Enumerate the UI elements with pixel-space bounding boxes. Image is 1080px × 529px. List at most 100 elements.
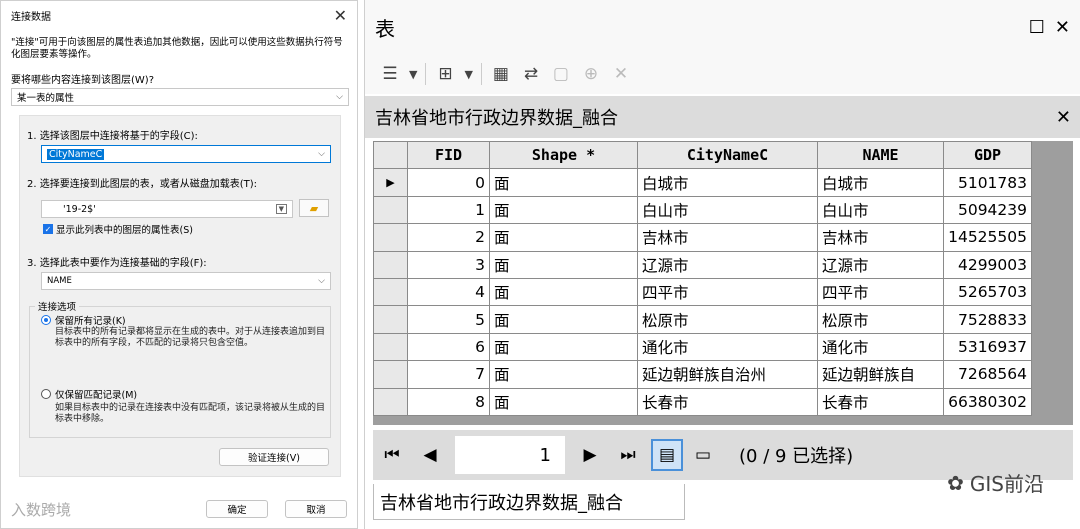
browse-folder-button[interactable]: ▰ [299, 199, 329, 217]
validate-join-button[interactable]: 验证连接(V) [219, 448, 329, 466]
cell-name[interactable]: 延边朝鲜族自 [817, 360, 944, 389]
cell-fid[interactable]: 7 [407, 360, 490, 389]
table-row[interactable]: 1 面白山市 白山市 5094239 [373, 195, 1032, 225]
table-row[interactable]: ▶ 0 面白城市 白城市 5101783 [373, 168, 1032, 197]
cell-fid[interactable]: 1 [407, 195, 490, 225]
cell-citynamec[interactable]: 延边朝鲜族自治州 [637, 360, 818, 389]
base-field-select[interactable]: NAME ⌵ [41, 272, 331, 290]
show-layers-checkbox[interactable]: ✓ 显示此列表中的图层的属性表(S) [43, 222, 193, 236]
table-tab[interactable]: 吉林省地市行政边界数据_融合 [373, 484, 685, 520]
cell-citynamec[interactable]: 吉林市 [637, 223, 818, 252]
table-row[interactable]: 2 面吉林市 吉林市 14525505 [373, 223, 1032, 252]
next-record-icon[interactable]: ▶ [571, 445, 609, 465]
select-by-attributes-icon[interactable]: ▦ [490, 63, 512, 85]
cell-gdp[interactable]: 7528833 [943, 305, 1032, 334]
cell-shape[interactable]: 面 [489, 360, 638, 389]
table-row[interactable]: 3 面辽源市 辽源市 4299003 [373, 250, 1032, 279]
cell-name[interactable]: 吉林市 [817, 223, 944, 252]
row-selector[interactable] [373, 195, 408, 225]
keep-all-radio[interactable]: 保留所有记录(K) [41, 313, 126, 327]
cell-shape[interactable]: 面 [489, 250, 638, 279]
cell-citynamec[interactable]: 白城市 [637, 168, 818, 197]
cell-shape[interactable]: 面 [489, 195, 638, 225]
cell-shape[interactable]: 面 [489, 223, 638, 252]
cell-citynamec[interactable]: 松原市 [637, 305, 818, 334]
row-selector[interactable] [373, 250, 408, 279]
column-header-shape[interactable]: Shape * [489, 140, 638, 170]
cell-shape[interactable]: 面 [489, 305, 638, 334]
cell-fid[interactable]: 4 [407, 277, 490, 307]
cell-fid[interactable]: 0 [407, 168, 490, 197]
cell-name[interactable]: 白城市 [817, 168, 944, 197]
cell-gdp[interactable]: 66380302 [943, 387, 1032, 416]
cell-shape[interactable]: 面 [489, 168, 638, 197]
cell-name[interactable]: 四平市 [817, 277, 944, 307]
current-record-input[interactable]: 1 [455, 436, 565, 474]
close-icon[interactable]: ✕ [1055, 17, 1070, 38]
row-selector[interactable] [373, 223, 408, 252]
cell-fid[interactable]: 5 [407, 305, 490, 334]
switch-selection-icon[interactable]: ⇄ [520, 63, 542, 85]
dialog-titlebar: 连接数据 ✕ [1, 1, 357, 29]
column-header-citynamec[interactable]: CityNameC [637, 140, 818, 170]
toolbar-separator [425, 63, 427, 85]
cell-name[interactable]: 通化市 [817, 332, 944, 362]
cell-gdp[interactable]: 4299003 [943, 250, 1032, 279]
cell-name[interactable]: 白山市 [817, 195, 944, 225]
table-row[interactable]: 5 面松原市 松原市 7528833 [373, 305, 1032, 334]
row-selector[interactable]: ▶ [373, 168, 408, 197]
cell-citynamec[interactable]: 白山市 [637, 195, 818, 225]
table-row[interactable]: 7 面延边朝鲜族自治州 延边朝鲜族自 7268564 [373, 360, 1032, 389]
table-options-icon[interactable]: ☰ [379, 63, 401, 85]
cell-gdp[interactable]: 5316937 [943, 332, 1032, 362]
join-table-select[interactable]: '19-2$' ▼ [41, 200, 293, 218]
restore-icon[interactable]: ☐ [1029, 17, 1045, 38]
cell-gdp[interactable]: 5101783 [943, 168, 1032, 197]
dialog-close-icon[interactable]: ✕ [334, 6, 347, 25]
cell-fid[interactable]: 8 [407, 387, 490, 416]
cell-name[interactable]: 松原市 [817, 305, 944, 334]
row-selector[interactable] [373, 277, 408, 307]
keep-match-radio[interactable]: 仅保留匹配记录(M) [41, 387, 137, 401]
first-record-icon[interactable]: ⏮ [373, 445, 411, 465]
cell-gdp[interactable]: 7268564 [943, 360, 1032, 389]
table-row[interactable]: 6 面通化市 通化市 5316937 [373, 332, 1032, 362]
cell-citynamec[interactable]: 辽源市 [637, 250, 818, 279]
cell-shape[interactable]: 面 [489, 277, 638, 307]
cell-fid[interactable]: 6 [407, 332, 490, 362]
show-all-records-icon[interactable]: ▤ [651, 439, 683, 471]
column-header-name[interactable]: NAME [817, 140, 944, 170]
ok-button[interactable]: 确定 [206, 500, 268, 518]
column-header-fid[interactable]: FID [407, 140, 490, 170]
cell-name[interactable]: 辽源市 [817, 250, 944, 279]
table-row[interactable]: 8 面长春市 长春市 66380302 [373, 387, 1032, 416]
cell-citynamec[interactable]: 通化市 [637, 332, 818, 362]
column-header-gdp[interactable]: GDP [943, 140, 1032, 170]
last-record-icon[interactable]: ⏭ [609, 445, 647, 465]
row-selector[interactable] [373, 332, 408, 362]
row-selector[interactable] [373, 360, 408, 389]
cancel-button[interactable]: 取消 [285, 500, 347, 518]
cell-shape[interactable]: 面 [489, 332, 638, 362]
cell-gdp[interactable]: 5094239 [943, 195, 1032, 225]
layer-close-icon[interactable]: ✕ [1056, 107, 1071, 128]
show-selected-records-icon[interactable]: ▭ [687, 439, 719, 471]
table-row[interactable]: 4 面四平市 四平市 5265703 [373, 277, 1032, 307]
join-type-select[interactable]: 某一表的属性 ⌵ [11, 88, 349, 106]
cell-fid[interactable]: 2 [407, 223, 490, 252]
cell-citynamec[interactable]: 长春市 [637, 387, 818, 416]
related-tables-icon[interactable]: ⊞ [434, 63, 456, 85]
row-selector[interactable] [373, 387, 408, 416]
cell-shape[interactable]: 面 [489, 387, 638, 416]
toolbar-separator [480, 63, 482, 85]
previous-record-icon[interactable]: ◀ [411, 445, 449, 465]
dropdown-arrow-icon[interactable]: ▼ [409, 68, 417, 81]
join-field-select[interactable]: CityNameC ⌵ [41, 145, 331, 163]
row-selector[interactable] [373, 305, 408, 334]
cell-name[interactable]: 长春市 [817, 387, 944, 416]
cell-gdp[interactable]: 14525505 [943, 223, 1032, 252]
cell-fid[interactable]: 3 [407, 250, 490, 279]
cell-gdp[interactable]: 5265703 [943, 277, 1032, 307]
dropdown-arrow-icon[interactable]: ▼ [464, 68, 472, 81]
cell-citynamec[interactable]: 四平市 [637, 277, 818, 307]
